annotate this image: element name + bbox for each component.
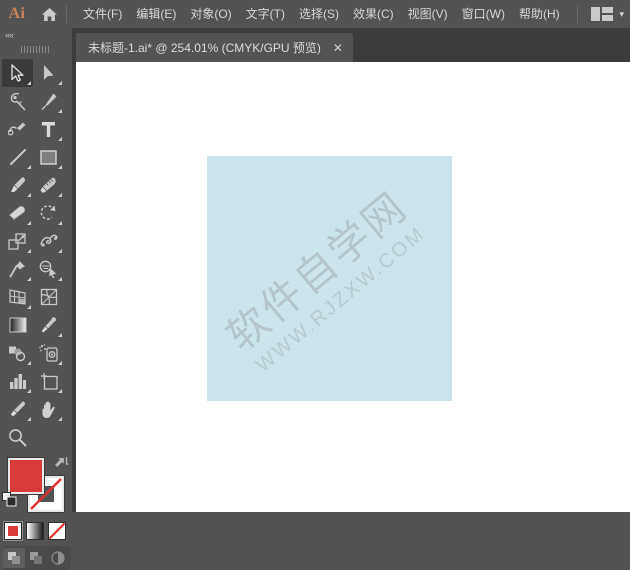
- menu-item-list: 文件(F) 编辑(E) 对象(O) 文字(T) 选择(S) 效果(C) 视图(V…: [76, 0, 567, 28]
- blue-rectangle[interactable]: [207, 156, 452, 401]
- menu-select[interactable]: 选择(S): [292, 0, 346, 28]
- flyout-indicator-icon: [27, 389, 31, 393]
- shaper-tool[interactable]: [33, 171, 64, 199]
- blend-tool[interactable]: [2, 339, 33, 367]
- collapse-panel-icon[interactable]: ««: [5, 30, 14, 40]
- magic-wand-tool[interactable]: [2, 87, 33, 115]
- pen-tool[interactable]: [33, 87, 64, 115]
- line-segment-tool[interactable]: [2, 143, 33, 171]
- menu-file[interactable]: 文件(F): [76, 0, 129, 28]
- column-graph-tool[interactable]: [2, 367, 33, 395]
- none-mode-button[interactable]: [48, 522, 66, 540]
- flyout-indicator-icon: [27, 277, 31, 281]
- menu-help[interactable]: 帮助(H): [512, 0, 567, 28]
- tools-panel: ««: [0, 28, 72, 570]
- rotate-tool[interactable]: [33, 199, 64, 227]
- shape-builder-tool[interactable]: [33, 255, 64, 283]
- fill-stroke-controls: [2, 456, 70, 518]
- flyout-indicator-icon: [58, 249, 62, 253]
- menu-edit[interactable]: 编辑(E): [129, 0, 183, 28]
- gradient-mode-button[interactable]: [26, 522, 44, 540]
- menubar-divider-right: [577, 5, 579, 23]
- color-mode-button[interactable]: [3, 521, 23, 541]
- flyout-indicator-icon: [58, 165, 62, 169]
- menubar-right-controls: ▾: [575, 5, 630, 23]
- curvature-tool[interactable]: [2, 115, 33, 143]
- flyout-indicator-icon: [27, 305, 31, 309]
- default-fill-stroke-icon[interactable]: [2, 492, 17, 512]
- perspective-grid-tool[interactable]: [2, 283, 33, 311]
- illustrator-window: Ai 文件(F) 编辑(E) 对象(O) 文字(T) 选择(S) 效果(C) 视…: [0, 0, 630, 570]
- flyout-indicator-icon: [27, 221, 31, 225]
- flyout-indicator-icon: [27, 165, 31, 169]
- artboard-tool[interactable]: [33, 367, 64, 395]
- menu-type[interactable]: 文字(T): [239, 0, 292, 28]
- scale-tool[interactable]: [2, 227, 33, 255]
- app-logo: Ai: [8, 5, 26, 22]
- flyout-indicator-icon: [27, 417, 31, 421]
- menubar-divider: [66, 5, 67, 23]
- document-tab[interactable]: 未标题-1.ai* @ 254.01% (CMYK/GPU 预览) ✕: [76, 33, 353, 62]
- flyout-indicator-icon: [27, 193, 31, 197]
- gradient-tool[interactable]: [2, 311, 33, 339]
- flyout-indicator-icon: [58, 109, 62, 113]
- flyout-indicator-icon: [58, 137, 62, 141]
- flyout-indicator-icon: [58, 193, 62, 197]
- mesh-tool[interactable]: [33, 283, 64, 311]
- paintbrush-tool[interactable]: [2, 171, 33, 199]
- flyout-indicator-icon: [58, 361, 62, 365]
- artboard-canvas[interactable]: 软件自学网 WWW.RJZXW.COM: [76, 62, 630, 512]
- flyout-indicator-icon: [58, 277, 62, 281]
- rectangle-tool[interactable]: [33, 143, 64, 171]
- draw-normal-button[interactable]: [3, 548, 25, 568]
- direct-selection-tool[interactable]: [33, 59, 64, 87]
- flyout-indicator-icon: [27, 249, 31, 253]
- tool-grid: [2, 56, 70, 451]
- menu-window[interactable]: 窗口(W): [455, 0, 512, 28]
- menu-bar: Ai 文件(F) 编辑(E) 对象(O) 文字(T) 选择(S) 效果(C) 视…: [0, 0, 630, 28]
- close-icon[interactable]: ✕: [333, 42, 343, 54]
- document-tab-title: 未标题-1.ai* @ 254.01% (CMYK/GPU 预览): [88, 41, 321, 55]
- eraser-tool[interactable]: [2, 199, 33, 227]
- width-tool[interactable]: [33, 227, 64, 255]
- flyout-indicator-icon: [58, 221, 62, 225]
- type-tool[interactable]: [33, 115, 64, 143]
- paint-mode-buttons: [3, 521, 72, 541]
- draw-inside-button[interactable]: [47, 548, 69, 568]
- flyout-indicator-icon: [58, 389, 62, 393]
- drag-grip-icon[interactable]: [0, 42, 72, 56]
- drawing-mode-buttons: [3, 546, 71, 570]
- menu-effect[interactable]: 效果(C): [346, 0, 401, 28]
- fill-color-swatch[interactable]: [8, 458, 44, 494]
- flyout-indicator-icon: [27, 361, 31, 365]
- menu-object[interactable]: 对象(O): [183, 0, 238, 28]
- flyout-indicator-icon: [58, 417, 62, 421]
- draw-behind-button[interactable]: [25, 548, 47, 568]
- hand-tool[interactable]: [33, 395, 64, 423]
- workspace-layout-icon[interactable]: [591, 7, 614, 21]
- swap-fill-stroke-icon[interactable]: [55, 456, 69, 474]
- selection-tool[interactable]: [2, 59, 33, 87]
- flyout-indicator-icon: [58, 81, 62, 85]
- eyedropper-tool[interactable]: [33, 311, 64, 339]
- flyout-indicator-icon: [58, 333, 62, 337]
- menu-view[interactable]: 视图(V): [401, 0, 455, 28]
- symbol-sprayer-tool[interactable]: [33, 339, 64, 367]
- free-transform-tool[interactable]: [2, 255, 33, 283]
- toolpanel-header: ««: [0, 28, 72, 42]
- slice-tool[interactable]: [2, 395, 33, 423]
- home-icon[interactable]: [34, 7, 64, 22]
- document-tab-bar: 未标题-1.ai* @ 254.01% (CMYK/GPU 预览) ✕: [0, 28, 630, 62]
- chevron-down-icon[interactable]: ▾: [619, 9, 624, 19]
- zoom-tool[interactable]: [2, 423, 33, 451]
- flyout-indicator-icon: [27, 81, 31, 85]
